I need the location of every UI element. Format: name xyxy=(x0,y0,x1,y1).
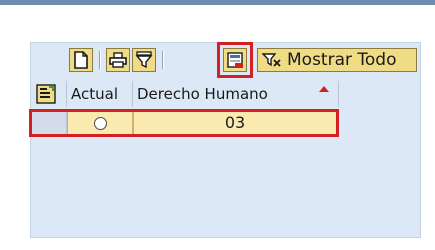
highlight-table-row xyxy=(29,109,339,137)
show-all-label: Mostrar Todo xyxy=(287,50,397,70)
highlight-export-button xyxy=(217,42,253,78)
table-toolbar: Mostrar Todo xyxy=(31,42,420,79)
new-entry-button[interactable] xyxy=(69,48,93,72)
show-all-icon xyxy=(262,53,281,67)
toolbar-separator xyxy=(162,51,164,69)
filter-icon xyxy=(135,51,153,69)
table-header: Actual Derecho Humano xyxy=(31,81,341,107)
window-top-border xyxy=(0,0,435,5)
new-document-icon xyxy=(74,51,88,69)
table-container: Mostrar Todo Actual Derecho Humano 03 xyxy=(29,42,421,238)
filter-button[interactable] xyxy=(132,48,156,72)
print-icon xyxy=(109,52,127,68)
select-all-header[interactable] xyxy=(31,81,67,107)
show-all-button[interactable]: Mostrar Todo xyxy=(257,48,417,72)
column-header-derecho-humano[interactable]: Derecho Humano xyxy=(133,81,339,107)
column-header-actual[interactable]: Actual xyxy=(67,81,133,107)
table-settings-icon xyxy=(36,84,56,104)
print-button[interactable] xyxy=(106,48,130,72)
table-empty-area xyxy=(31,137,341,235)
toolbar-separator xyxy=(99,51,101,69)
table-row[interactable]: 03 xyxy=(29,109,341,137)
column-header-label: Derecho Humano xyxy=(137,85,268,103)
sort-ascending-icon xyxy=(319,86,329,92)
